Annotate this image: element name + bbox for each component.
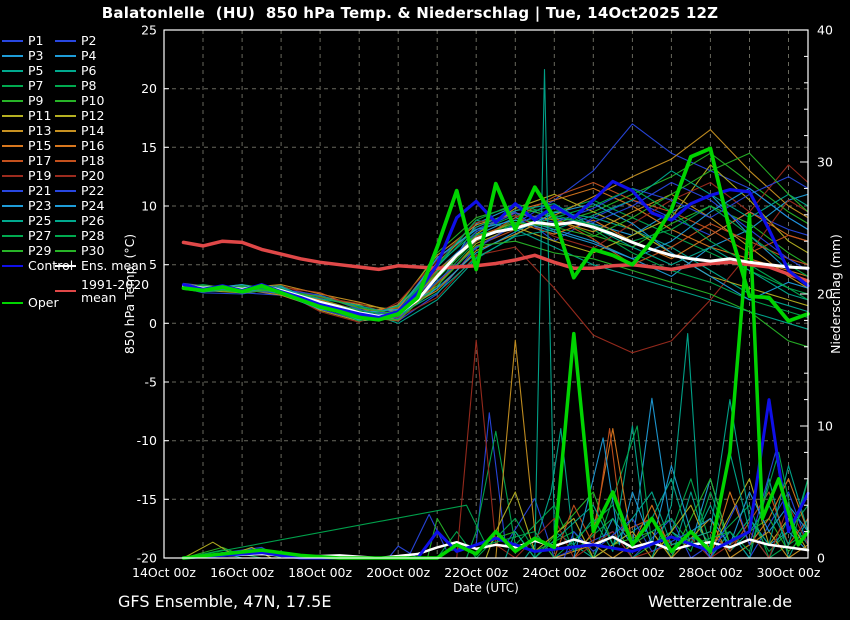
svg-text:24Oct 00z: 24Oct 00z [522,565,586,580]
svg-text:850 hPa Temp. (°C): 850 hPa Temp. (°C) [122,234,137,354]
svg-text:-5: -5 [145,375,157,390]
svg-text:16Oct 00z: 16Oct 00z [210,565,274,580]
svg-text:26Oct 00z: 26Oct 00z [600,565,664,580]
svg-text:0: 0 [149,316,157,331]
svg-text:22Oct 00z: 22Oct 00z [444,565,508,580]
svg-text:18Oct 00z: 18Oct 00z [288,565,352,580]
model-info: GFS Ensemble, 47N, 17.5E [118,592,331,611]
svg-text:20: 20 [141,81,157,96]
svg-text:40: 40 [817,23,833,38]
svg-text:5: 5 [149,257,157,272]
svg-text:25: 25 [141,23,157,38]
svg-text:15: 15 [141,140,157,155]
svg-text:30: 30 [817,155,833,170]
svg-text:Date (UTC): Date (UTC) [453,581,519,595]
svg-text:Niederschlag (mm): Niederschlag (mm) [828,234,843,354]
svg-text:20Oct 00z: 20Oct 00z [366,565,430,580]
svg-text:30Oct 00z: 30Oct 00z [757,565,821,580]
meteogram-page: Balatonlelle (HU) 850 hPa Temp. & Nieder… [0,0,850,620]
svg-text:10: 10 [817,419,833,434]
svg-text:14Oct 00z: 14Oct 00z [132,565,196,580]
svg-text:-15: -15 [137,492,157,507]
watermark: Wetterzentrale.de [648,592,792,611]
svg-text:10: 10 [141,199,157,214]
svg-text:28Oct 00z: 28Oct 00z [678,565,742,580]
svg-text:0: 0 [817,551,825,566]
svg-text:-20: -20 [137,551,157,566]
ensemble-chart: -20-15-10-5051015202501020304014Oct 00z1… [0,0,850,620]
svg-text:-10: -10 [137,433,157,448]
